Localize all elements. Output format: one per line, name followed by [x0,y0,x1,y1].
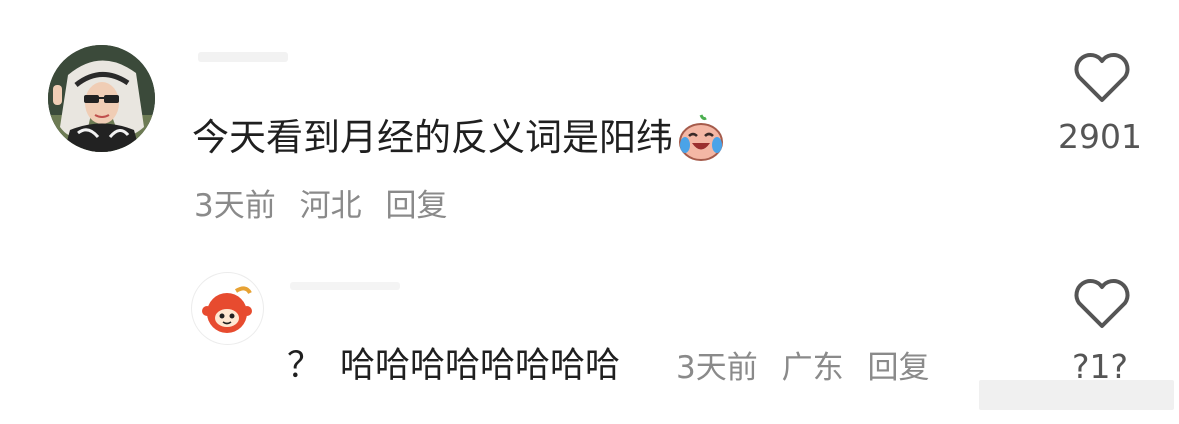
like-button[interactable] [1072,52,1132,104]
reply-text-row: ？ 哈哈哈哈哈哈哈哈 [287,344,620,388]
reply-avatar[interactable] [192,273,263,344]
heart-outline-icon [1074,53,1130,102]
reply-time: 3天前 [676,350,758,386]
user-photo-icon [48,45,155,152]
reply-username-placeholder [290,282,400,290]
reply-meta: 3天前 广东 回复 [676,348,929,388]
heart-outline-icon [1074,279,1130,328]
username-placeholder [198,52,288,62]
reply-button[interactable]: 回复 [385,188,447,224]
reply-prefix: ？ [287,346,323,386]
reply-reply-button[interactable]: 回复 [867,350,929,386]
watermark [979,380,1174,410]
reply-location: 广东 [781,350,844,386]
reply-like-button[interactable] [1072,278,1132,330]
like-count: 2901 [1058,117,1142,156]
reply-text: 哈哈哈哈哈哈哈哈 [340,346,621,386]
avatar[interactable] [48,45,155,152]
laughing-crying-face-icon [679,114,723,161]
comment-time: 3天前 [194,188,276,224]
comment-text: 今天看到月经的反义词是阳纬 [192,116,673,159]
comment-location: 河北 [299,188,362,224]
cartoon-apple-avatar-icon [202,286,252,333]
comment-meta: 3天前 河北 回复 [194,186,447,226]
comment-text-row: 今天看到月经的反义词是阳纬 [192,112,727,164]
